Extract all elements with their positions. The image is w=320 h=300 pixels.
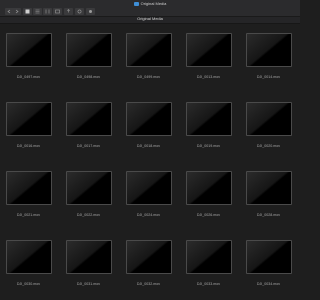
view-list-button[interactable]: [33, 8, 42, 15]
video-thumbnail: [66, 102, 112, 136]
share-button[interactable]: [64, 8, 73, 15]
file-item[interactable]: DJI_0019.mov: [180, 92, 240, 152]
file-name: DJI_0013.mov: [196, 75, 221, 79]
file-name: DJI_0033.mov: [196, 282, 221, 286]
video-thumbnail: [6, 240, 52, 274]
video-thumbnail: [186, 171, 232, 205]
arrange-icon: [55, 9, 60, 14]
file-item[interactable]: DJI_0499.mov: [120, 23, 180, 83]
gear-icon: [89, 10, 92, 13]
file-item[interactable]: DJI_0498.mov: [60, 23, 120, 83]
video-thumbnail: [126, 33, 172, 67]
file-name: DJI_0031.mov: [76, 282, 101, 286]
video-thumbnail: [246, 102, 292, 136]
share-icon: [67, 9, 70, 13]
file-name: DJI_0028.mov: [256, 213, 281, 217]
file-item[interactable]: DJI_0033.mov: [180, 230, 240, 290]
file-name: DJI_0024.mov: [136, 213, 161, 217]
file-grid: DJI_0497.mov DJI_0498.mov DJI_0499.mov DJI_…: [0, 23, 300, 300]
view-icons-button[interactable]: [23, 8, 32, 15]
folder-icon: [133, 1, 139, 6]
grid-icon: [25, 9, 30, 14]
file-name: DJI_0030.mov: [16, 282, 41, 286]
file-name: DJI_0018.mov: [136, 144, 161, 148]
tags-button[interactable]: [75, 8, 84, 15]
list-icon: [35, 9, 40, 14]
file-name: DJI_0032.mov: [136, 282, 161, 286]
file-item[interactable]: DJI_0017.mov: [60, 92, 120, 152]
file-item[interactable]: DJI_0020.mov: [240, 92, 300, 152]
file-item[interactable]: DJI_0034.mov: [240, 230, 300, 290]
video-thumbnail: [186, 240, 232, 274]
location-label: Original Media: [137, 16, 163, 21]
file-name: DJI_0499.mov: [136, 75, 161, 79]
tag-icon: [77, 9, 82, 14]
back-forward-button[interactable]: [5, 8, 21, 15]
window-title: Original Media: [0, 0, 300, 7]
video-thumbnail: [6, 102, 52, 136]
chevron-left-icon: [7, 9, 19, 14]
file-item[interactable]: DJI_0021.mov: [0, 161, 60, 221]
file-name: DJI_0014.mov: [256, 75, 281, 79]
arrange-button[interactable]: [53, 8, 62, 15]
actions-button[interactable]: [86, 8, 95, 15]
file-name: DJI_0017.mov: [76, 144, 101, 148]
video-thumbnail: [186, 33, 232, 67]
video-thumbnail: [126, 171, 172, 205]
file-name: DJI_0021.mov: [16, 213, 41, 217]
file-item[interactable]: DJI_0030.mov: [0, 230, 60, 290]
file-item[interactable]: DJI_0026.mov: [180, 161, 240, 221]
video-thumbnail: [66, 240, 112, 274]
video-thumbnail: [6, 171, 52, 205]
view-columns-button[interactable]: [43, 8, 52, 15]
file-name: DJI_0019.mov: [196, 144, 221, 148]
video-thumbnail: [66, 33, 112, 67]
file-name: DJI_0022.mov: [76, 213, 101, 217]
window-title-text: Original Media: [140, 1, 167, 6]
video-thumbnail: [246, 171, 292, 205]
video-thumbnail: [126, 240, 172, 274]
file-item[interactable]: DJI_0032.mov: [120, 230, 180, 290]
file-name: DJI_0016.mov: [16, 144, 41, 148]
file-name: DJI_0026.mov: [196, 213, 221, 217]
file-item[interactable]: DJI_0497.mov: [0, 23, 60, 83]
file-name: DJI_0498.mov: [76, 75, 101, 79]
file-item[interactable]: DJI_0028.mov: [240, 161, 300, 221]
video-thumbnail: [186, 102, 232, 136]
file-item[interactable]: DJI_0024.mov: [120, 161, 180, 221]
video-thumbnail: [246, 240, 292, 274]
file-item[interactable]: DJI_0013.mov: [180, 23, 240, 83]
file-item[interactable]: DJI_0018.mov: [120, 92, 180, 152]
file-name: DJI_0497.mov: [16, 75, 41, 79]
file-item[interactable]: DJI_0016.mov: [0, 92, 60, 152]
file-name: DJI_0034.mov: [256, 282, 281, 286]
file-item[interactable]: DJI_0031.mov: [60, 230, 120, 290]
file-item[interactable]: DJI_0022.mov: [60, 161, 120, 221]
video-thumbnail: [126, 102, 172, 136]
file-name: DJI_0020.mov: [256, 144, 281, 148]
video-thumbnail: [6, 33, 52, 67]
video-thumbnail: [246, 33, 292, 67]
columns-icon: [45, 9, 50, 14]
video-thumbnail: [66, 171, 112, 205]
file-item[interactable]: DJI_0014.mov: [240, 23, 300, 83]
